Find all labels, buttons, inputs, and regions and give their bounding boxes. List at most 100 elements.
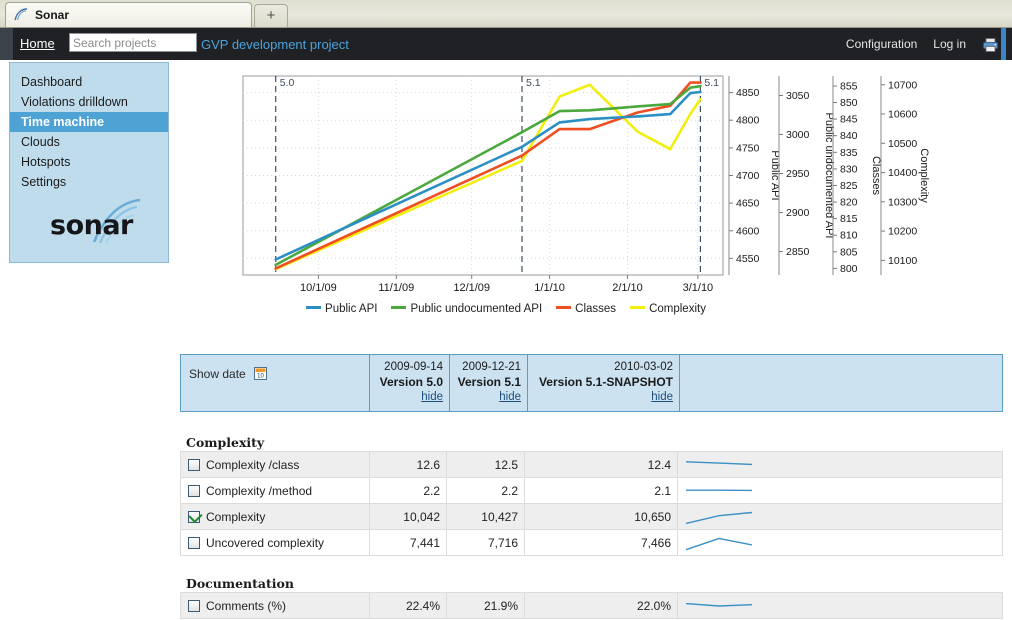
- chart-y-tick-label: 4850: [736, 87, 760, 99]
- legend-label: Classes: [575, 303, 616, 315]
- chart-y-tick-label: 2950: [786, 168, 810, 180]
- chart-y-tick-label: 2900: [786, 207, 810, 219]
- legend-label: Public undocumented API: [410, 303, 542, 315]
- sonar-favicon-icon: [13, 8, 29, 22]
- metric-name-cell: Complexity /class: [181, 452, 370, 478]
- chart-y-tick-label: 4750: [736, 142, 760, 154]
- chart-y-tick-label: 855: [840, 81, 858, 93]
- metric-checkbox[interactable]: [188, 600, 200, 612]
- chart-y-tick-label: 4800: [736, 115, 760, 127]
- metric-checkbox[interactable]: [188, 537, 200, 549]
- chart-y-tick-label: 810: [840, 230, 858, 242]
- metric-value-cell: 22.0%: [525, 593, 678, 619]
- nav-project-link[interactable]: GVP development project: [201, 36, 349, 54]
- chart-y-tick-label: 830: [840, 163, 858, 175]
- sparkline-icon: [678, 453, 760, 477]
- metric-label: Complexity /method: [206, 484, 312, 498]
- metric-label: Complexity: [206, 510, 265, 524]
- legend-item: Complexity: [630, 303, 706, 315]
- chart-y-tick-label: 10100: [888, 255, 917, 267]
- browser-chrome: Sonar +: [0, 0, 1012, 28]
- show-date-cell: Show date 10: [181, 355, 370, 411]
- metric-name-cell: Comments (%): [181, 593, 370, 619]
- hide-column-link[interactable]: hide: [534, 390, 673, 405]
- chart-y-tick-label: 800: [840, 263, 858, 275]
- nav-configuration-link[interactable]: Configuration: [846, 36, 917, 53]
- metric-checkbox[interactable]: [188, 485, 200, 497]
- legend-swatch-icon: [391, 306, 406, 309]
- date-header-column: 2009-12-21Version 5.1hide: [450, 355, 528, 411]
- metric-value-cell: 2.1: [525, 478, 678, 504]
- legend-item: Public API: [306, 303, 377, 315]
- chart-y-tick-label: 10200: [888, 226, 917, 238]
- new-tab-button[interactable]: +: [254, 4, 288, 27]
- sparkline-cell: [678, 478, 1003, 504]
- nav-right-accent: [1001, 28, 1006, 60]
- chart-legend: Public API Public undocumented API Classes…: [0, 303, 1012, 315]
- metric-name-cell: Uncovered complexity: [181, 530, 370, 556]
- metric-value-cell: 2.2: [447, 478, 525, 504]
- sparkline-cell: [678, 530, 1003, 556]
- metric-value-cell: 10,650: [525, 504, 678, 530]
- date-header-date: 2009-09-14: [384, 361, 443, 373]
- date-header-spacer: [680, 355, 1002, 411]
- chart-y-tick-label: 10300: [888, 196, 917, 208]
- metric-checkbox[interactable]: [188, 459, 200, 471]
- metric-label: Comments (%): [206, 599, 286, 613]
- date-header-date: 2010-03-02: [614, 361, 673, 373]
- chart-y-tick-label: 4550: [736, 253, 760, 265]
- legend-swatch-icon: [306, 306, 321, 309]
- search-input[interactable]: [69, 33, 197, 52]
- section-title: Complexity: [186, 435, 264, 450]
- printer-icon[interactable]: [982, 37, 999, 53]
- metric-checkbox[interactable]: [188, 511, 200, 523]
- chart-y-tick-label: 4600: [736, 225, 760, 237]
- legend-label: Public API: [325, 303, 377, 315]
- metric-value-cell: 22.4%: [370, 593, 447, 619]
- date-header-version: Version 5.1: [456, 375, 521, 390]
- page-root: Sonar + Home GVP development project Con…: [0, 0, 1012, 620]
- chart-y-axis-title: Complexity: [918, 148, 930, 203]
- metrics-table: Complexity /class12.612.512.4Complexity …: [180, 451, 1003, 556]
- table-row: Complexity /class12.612.512.4: [181, 452, 1003, 478]
- chart-version-label: 5.0: [280, 77, 295, 89]
- nav-home-link[interactable]: Home: [20, 35, 55, 53]
- chart-x-tick-label: 11/1/09: [378, 282, 414, 294]
- chart-y-tick-label: 4650: [736, 198, 760, 210]
- date-header-bar: Show date 10 2009-09-14Version 5.0hide20…: [180, 354, 1003, 412]
- metric-name-cell: Complexity: [181, 504, 370, 530]
- time-machine-chart: 10/1/0911/1/0912/1/091/1/102/1/103/1/105…: [0, 62, 1012, 322]
- hide-column-link[interactable]: hide: [376, 390, 443, 405]
- hide-column-link[interactable]: hide: [456, 390, 521, 405]
- browser-tab[interactable]: Sonar: [5, 2, 252, 27]
- calendar-icon[interactable]: 10: [254, 367, 267, 380]
- chart-y-tick-label: 4700: [736, 170, 760, 182]
- metric-label: Complexity /class: [206, 458, 299, 472]
- chart-y-tick-label: 820: [840, 197, 858, 209]
- section-title: Documentation: [186, 576, 294, 591]
- metric-value-cell: 10,427: [447, 504, 525, 530]
- chart-y-tick-label: 2850: [786, 246, 810, 258]
- chart-x-tick-label: 1/1/10: [534, 282, 565, 294]
- sparkline-icon: [678, 479, 760, 503]
- chart-y-tick-label: 835: [840, 147, 858, 159]
- legend-swatch-icon: [630, 306, 645, 309]
- sparkline-icon: [678, 531, 760, 555]
- chart-y-tick-label: 840: [840, 130, 858, 142]
- legend-swatch-icon: [556, 306, 571, 309]
- chart-y-axis-title: Classes: [870, 156, 882, 196]
- table-row: Complexity /method2.22.22.1: [181, 478, 1003, 504]
- metric-value-cell: 2.2: [370, 478, 447, 504]
- chart-y-tick-label: 845: [840, 114, 858, 126]
- chart-y-tick-label: 10600: [888, 109, 917, 121]
- sparkline-cell: [678, 504, 1003, 530]
- metric-value-cell: 12.6: [370, 452, 447, 478]
- nav-login-link[interactable]: Log in: [933, 36, 966, 53]
- nav-left-accent: [0, 28, 13, 60]
- table-row: Comments (%)22.4%21.9%22.0%: [181, 593, 1003, 619]
- table-row: Complexity10,04210,42710,650: [181, 504, 1003, 530]
- metric-value-cell: 7,716: [447, 530, 525, 556]
- chart-y-tick-label: 10400: [888, 167, 917, 179]
- legend-item: Public undocumented API: [391, 303, 542, 315]
- date-header-version: Version 5.1-SNAPSHOT: [534, 375, 673, 390]
